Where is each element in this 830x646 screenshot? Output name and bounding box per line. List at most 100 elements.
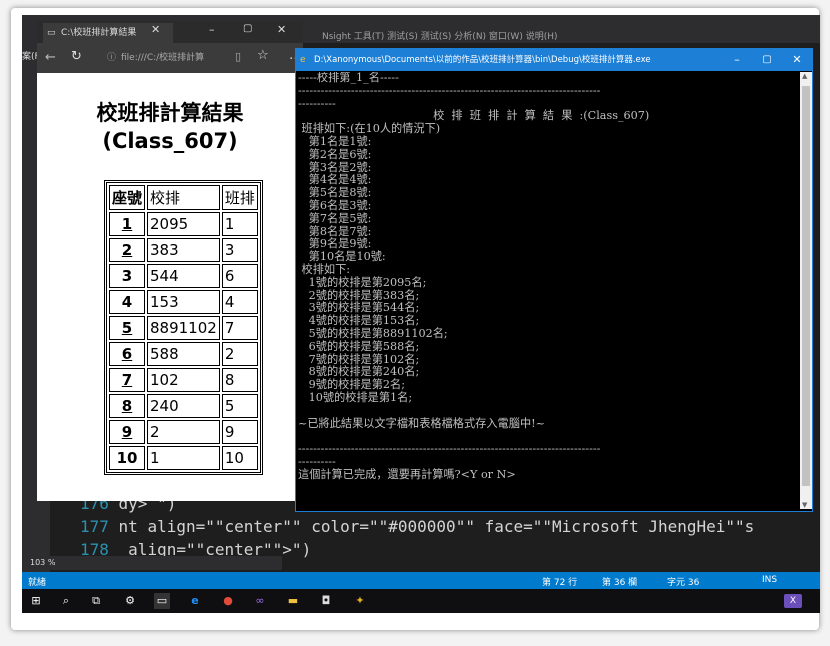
search-icon[interactable]: ⌕ [58, 593, 74, 609]
console-app-icon[interactable]: ▭ [154, 593, 170, 609]
console-app-icon: e [300, 55, 306, 65]
school-rank-cell: 153 [147, 290, 220, 314]
school-rank-cell: 102 [147, 368, 220, 392]
console-title-bar[interactable]: e D:\Xanonymous\Documents\以前的作品\校班排計算器\b… [296, 49, 812, 71]
file-explorer-icon[interactable]: ▬ [285, 593, 301, 609]
class-rank-cell: 8 [221, 368, 258, 392]
seat-link[interactable]: 1 [109, 212, 145, 236]
chrome-icon[interactable]: ● [220, 593, 236, 609]
console-line: 10號的校排是第1名; [298, 390, 413, 404]
console-line: 第2名是6號: [298, 147, 372, 161]
console-line: 9號的校排是第2名; [298, 378, 405, 392]
code-text: nt align=""center"" color=""#000000"" fa… [108, 517, 755, 536]
vs-menu-bar[interactable]: Nsight 工具(T) 测试(S) 测试(S) 分析(N) 窗口(W) 说明(… [322, 29, 558, 42]
school-rank-cell: 544 [147, 264, 220, 288]
seat-link[interactable]: 3 [109, 264, 145, 288]
console-line: 校排如下: [298, 262, 351, 276]
console-close-icon[interactable]: ✕ [782, 49, 812, 71]
school-rank-cell: 588 [147, 342, 220, 366]
scroll-up-icon[interactable]: ▲ [802, 72, 807, 80]
school-rank-cell: 1 [147, 446, 220, 470]
status-ready: 就緒 [28, 578, 47, 588]
notification-icon[interactable]: X [784, 594, 802, 608]
table-row: 8 240 5 [109, 394, 258, 418]
console-output[interactable]: -----校排第_1_名----- -----------------------… [298, 72, 798, 508]
seat-link[interactable]: 6 [109, 342, 145, 366]
seat-link[interactable]: 7 [109, 368, 145, 392]
console-line: 第1名是1號: [298, 134, 372, 148]
seat-link[interactable]: 2 [109, 238, 145, 262]
page-title: 校班排計算結果 (Class_607) [37, 99, 303, 155]
refresh-icon[interactable]: ↻ [71, 49, 82, 64]
task-view-icon[interactable]: ⧉ [88, 593, 104, 609]
page-content: 校班排計算結果 (Class_607) 座號 校排 班排 1 2095 1 2 383… [37, 73, 303, 501]
console-line: ----------------------------------------… [298, 83, 601, 97]
edge-nav-bar: ← ↻ ⓘ file:///C:/校班排計算 ▯ ☆ … [37, 43, 303, 73]
page-icon: ▭ [47, 28, 56, 38]
table-row: 5 8891102 7 [109, 316, 258, 340]
console-line: 這個計算已完成，還要再計算嗎?<Y or N> [298, 467, 516, 481]
console-line: ---------- [298, 454, 336, 468]
visual-studio-icon[interactable]: ∞ [252, 593, 268, 609]
favorite-star-icon[interactable]: ☆ [257, 48, 269, 63]
page-title-main: 校班排計算結果 [96, 101, 244, 125]
school-rank-cell: 240 [147, 394, 220, 418]
back-icon[interactable]: ← [45, 50, 56, 65]
scrollbar-thumb[interactable] [802, 86, 810, 486]
console-line: ~已將此結果以文字檔和表格檔格式存入電腦中!~ [298, 416, 545, 430]
edge-tab-bar: ▭ C:\校班排計算結果 ✕ – ▢ ✕ [37, 21, 303, 43]
console-line: 5號的校排是第8891102名; [298, 326, 448, 340]
status-col: 第 36 欄 [602, 578, 638, 588]
header-class-rank: 班排 [221, 185, 258, 210]
status-char: 字元 36 [667, 578, 700, 588]
table-row: 7 102 8 [109, 368, 258, 392]
seat-link[interactable]: 10 [109, 446, 145, 470]
table-row: 3 544 6 [109, 264, 258, 288]
maximize-icon[interactable]: ▢ [243, 23, 252, 34]
school-rank-cell: 383 [147, 238, 220, 262]
seat-link[interactable]: 9 [109, 420, 145, 444]
class-rank-cell: 3 [221, 238, 258, 262]
seat-link[interactable]: 4 [109, 290, 145, 314]
status-row: 第 72 行 [542, 578, 578, 588]
vs-zoom-bar: 103 % [22, 556, 282, 570]
class-rank-cell: 1 [221, 212, 258, 236]
edge-icon[interactable]: e [187, 593, 203, 609]
console-line: 第5名是8號: [298, 186, 372, 200]
desktop-screen: Nsight 工具(T) 测试(S) 测试(S) 分析(N) 窗口(W) 说明(… [22, 15, 820, 613]
school-rank-cell: 2095 [147, 212, 220, 236]
scroll-down-icon[interactable]: ▼ [802, 501, 807, 509]
table-header-row: 座號 校排 班排 [109, 185, 258, 210]
class-rank-cell: 6 [221, 264, 258, 288]
app-exe-icon[interactable]: ✦ [352, 593, 368, 609]
address-bar[interactable]: ⓘ file:///C:/校班排計算 [105, 49, 233, 67]
class-rank-cell: 5 [221, 394, 258, 418]
console-line: 6號的校排是第588名; [298, 339, 420, 353]
tab-close-icon[interactable]: ✕ [151, 23, 160, 36]
console-line: 第3名是2號: [298, 160, 372, 174]
tab-title: C:\校班排計算結果 [61, 28, 137, 38]
store-icon[interactable]: ◘ [318, 593, 334, 609]
zoom-level[interactable]: 103 % [30, 558, 55, 567]
close-icon[interactable]: ✕ [277, 23, 286, 36]
table-row: 4 153 4 [109, 290, 258, 314]
console-scrollbar[interactable]: ▲ ▼ [800, 72, 812, 509]
console-minimize-icon[interactable]: – [722, 49, 752, 71]
table-row: 10 1 10 [109, 446, 258, 470]
minimize-icon[interactable]: – [209, 23, 215, 36]
edge-browser-window: ▭ C:\校班排計算結果 ✕ – ▢ ✕ ← ↻ ⓘ file:///C:/校班… [37, 21, 303, 501]
table-row: 6 588 2 [109, 342, 258, 366]
line-number: 177 [80, 517, 109, 536]
start-icon[interactable]: ⊞ [28, 593, 44, 609]
seat-link[interactable]: 8 [109, 394, 145, 418]
console-line: 1號的校排是第2095名; [298, 275, 427, 289]
console-line: 第7名是5號: [298, 211, 372, 225]
seat-link[interactable]: 5 [109, 316, 145, 340]
settings-icon[interactable]: ⚙ [122, 593, 138, 609]
console-line: ----------------------------------------… [298, 442, 601, 456]
class-rank-cell: 2 [221, 342, 258, 366]
table-row: 929 [109, 420, 258, 444]
console-maximize-icon[interactable]: ▢ [752, 49, 782, 71]
reading-view-icon[interactable]: ▯ [235, 50, 241, 63]
header-school-rank: 校排 [147, 185, 220, 210]
